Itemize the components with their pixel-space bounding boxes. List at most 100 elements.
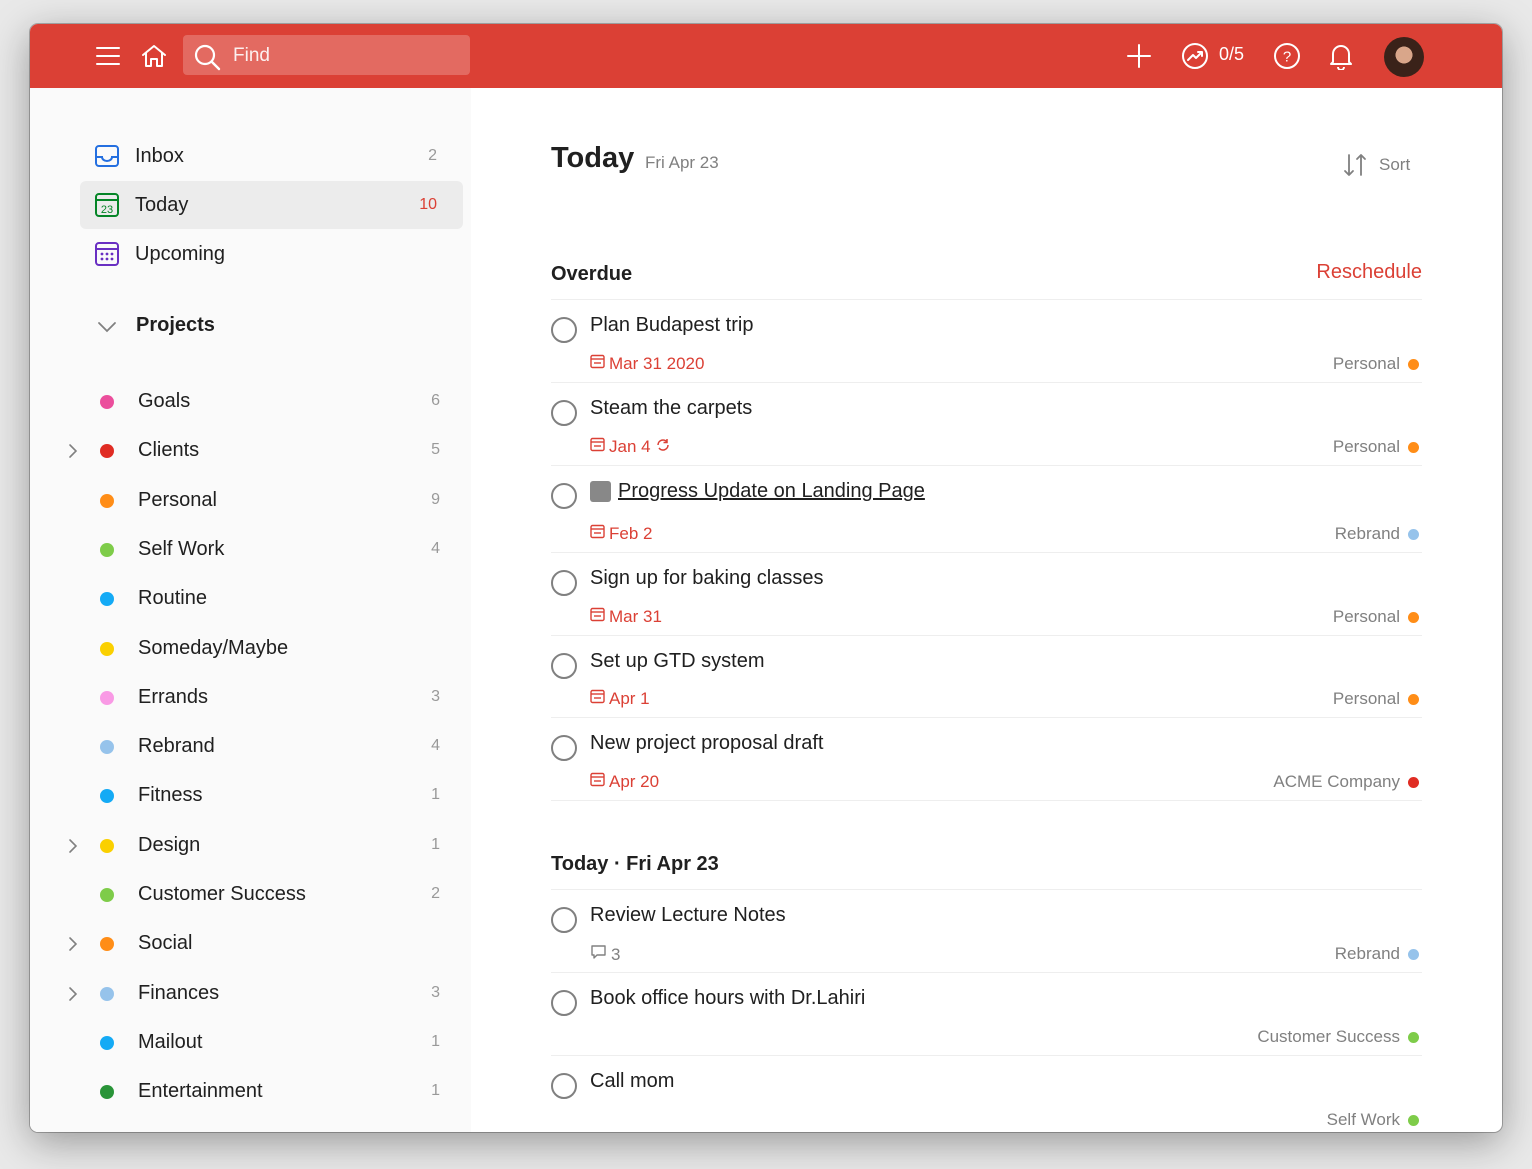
task-name[interactable]: Call mom xyxy=(590,1070,674,1093)
project-color-dot xyxy=(100,937,114,952)
task-project[interactable]: ACME Company xyxy=(1273,772,1422,792)
project-color-dot xyxy=(1408,611,1419,623)
task-project[interactable]: Customer Success xyxy=(1257,1027,1422,1047)
task-project[interactable]: Rebrand xyxy=(1335,944,1422,964)
task-due-date[interactable]: Mar 31 2020 xyxy=(590,354,704,374)
chevron-right-icon[interactable] xyxy=(66,984,80,1009)
help-icon[interactable]: ? xyxy=(1271,40,1303,72)
task-checkbox[interactable] xyxy=(551,653,577,679)
project-count: 5 xyxy=(431,441,440,459)
project-item[interactable]: Clients 5 xyxy=(60,431,460,471)
comment-count: 3 xyxy=(611,944,621,964)
project-count: 1 xyxy=(431,835,440,853)
bell-icon[interactable] xyxy=(1325,40,1357,72)
task-name[interactable]: Review Lecture Notes xyxy=(590,904,786,927)
task-comments[interactable]: 3 xyxy=(590,944,620,965)
task-item[interactable]: Progress Update on Landing Page Feb 2 Rebr… xyxy=(551,465,1422,553)
nav-today[interactable]: 23 Today 10 xyxy=(80,181,463,229)
reschedule-button[interactable]: Reschedule xyxy=(1316,261,1422,284)
search-bar[interactable]: Find xyxy=(183,35,470,75)
project-item[interactable]: Social xyxy=(60,924,460,964)
nav-upcoming[interactable]: Upcoming xyxy=(80,230,463,278)
task-checkbox[interactable] xyxy=(551,483,577,509)
task-due-date[interactable]: Apr 1 xyxy=(590,689,650,709)
task-checkbox[interactable] xyxy=(551,317,577,343)
task-checkbox[interactable] xyxy=(551,990,577,1016)
project-item[interactable]: Entertainment 1 xyxy=(60,1072,460,1112)
project-item[interactable]: Goals 6 xyxy=(60,382,460,422)
project-name: Goals xyxy=(138,390,191,412)
task-project[interactable]: Personal xyxy=(1333,354,1422,374)
task-name[interactable]: Set up GTD system xyxy=(590,650,765,673)
task-item[interactable]: Plan Budapest trip Mar 31 2020 Personal xyxy=(551,299,1422,383)
task-checkbox[interactable] xyxy=(551,400,577,426)
project-name: Mailout xyxy=(138,1030,203,1053)
sort-button[interactable]: Sort xyxy=(1341,150,1421,180)
project-item[interactable]: Personal 9 xyxy=(60,481,460,521)
task-name[interactable]: Plan Budapest trip xyxy=(590,314,753,337)
project-name: Routine xyxy=(138,587,207,610)
task-project[interactable]: Personal xyxy=(1333,689,1422,709)
project-item[interactable]: Mailout 1 xyxy=(60,1023,460,1063)
project-item[interactable]: Someday/Maybe xyxy=(60,629,460,669)
task-project-name: Personal xyxy=(1332,689,1400,708)
sort-icon xyxy=(1341,152,1369,183)
task-due-date[interactable]: Apr 20 xyxy=(590,772,659,792)
productivity-icon[interactable] xyxy=(1179,40,1211,72)
calendar-icon xyxy=(590,689,605,709)
home-icon[interactable] xyxy=(138,40,170,72)
task-item[interactable]: Call mom Self Work xyxy=(551,1055,1422,1132)
task-item[interactable]: Steam the carpets Jan 4 Personal xyxy=(551,382,1422,466)
task-checkbox[interactable] xyxy=(551,907,577,933)
project-name: Clients xyxy=(138,439,200,462)
chevron-right-icon[interactable] xyxy=(66,441,80,466)
task-item[interactable]: New project proposal draft Apr 20 ACME Com… xyxy=(551,717,1422,801)
calendar-icon xyxy=(590,772,605,792)
project-color-dot xyxy=(100,690,114,705)
task-item[interactable]: Review Lecture Notes 3 Rebrand xyxy=(551,889,1422,973)
task-name[interactable]: Progress Update on Landing Page xyxy=(618,480,925,503)
project-item[interactable]: Self Work 4 xyxy=(60,530,460,570)
task-checkbox[interactable] xyxy=(551,735,577,761)
project-item[interactable]: Routine xyxy=(60,579,460,619)
task-checkbox[interactable] xyxy=(551,1073,577,1099)
search-input[interactable]: Find xyxy=(233,45,270,67)
task-due-date[interactable]: Feb 2 xyxy=(590,524,652,544)
task-project[interactable]: Self Work xyxy=(1327,1110,1422,1130)
nav-inbox[interactable]: Inbox 2 xyxy=(80,132,463,180)
chevron-right-icon[interactable] xyxy=(66,836,80,861)
projects-label: Projects xyxy=(136,314,215,336)
task-project[interactable]: Personal xyxy=(1333,437,1422,457)
due-date-text: Apr 1 xyxy=(609,689,650,708)
plus-icon[interactable] xyxy=(1123,40,1155,72)
task-name[interactable]: Steam the carpets xyxy=(590,397,752,420)
chevron-down-icon[interactable] xyxy=(96,320,118,339)
task-project[interactable]: Personal xyxy=(1333,607,1422,627)
task-project-name: ACME Company xyxy=(1273,772,1400,791)
task-checkbox[interactable] xyxy=(551,570,577,596)
task-due-date[interactable]: Mar 31 xyxy=(590,607,662,627)
menu-icon[interactable] xyxy=(92,40,124,72)
task-item[interactable]: Set up GTD system Apr 1 Personal xyxy=(551,635,1422,718)
task-name[interactable]: Book office hours with Dr.Lahiri xyxy=(590,987,865,1010)
karma-count[interactable]: 0/5 xyxy=(1219,44,1244,65)
chevron-right-icon[interactable] xyxy=(66,934,80,959)
task-name[interactable]: New project proposal draft xyxy=(590,732,823,755)
project-count: 3 xyxy=(431,687,440,705)
calendar-icon xyxy=(590,437,605,457)
task-project[interactable]: Rebrand xyxy=(1335,524,1422,544)
task-due-date[interactable]: Jan 4 xyxy=(590,437,671,457)
project-item[interactable]: Finances 3 xyxy=(60,974,460,1014)
project-item[interactable]: Errands 3 xyxy=(60,678,460,718)
avatar[interactable] xyxy=(1384,37,1424,77)
project-item[interactable]: Rebrand 4 xyxy=(60,727,460,767)
project-item[interactable]: Fitness 1 xyxy=(60,776,460,816)
project-item[interactable]: Design 1 xyxy=(60,826,460,866)
project-item[interactable]: Customer Success 2 xyxy=(60,875,460,915)
task-name[interactable]: Sign up for baking classes xyxy=(590,567,823,590)
task-item[interactable]: Sign up for baking classes Mar 31 Personal xyxy=(551,552,1422,636)
project-item[interactable]: Pomodoro 9 xyxy=(60,1122,460,1133)
project-color-dot xyxy=(1408,776,1419,788)
project-name: Design xyxy=(138,833,201,856)
task-item[interactable]: Book office hours with Dr.Lahiri Customer… xyxy=(551,972,1422,1056)
